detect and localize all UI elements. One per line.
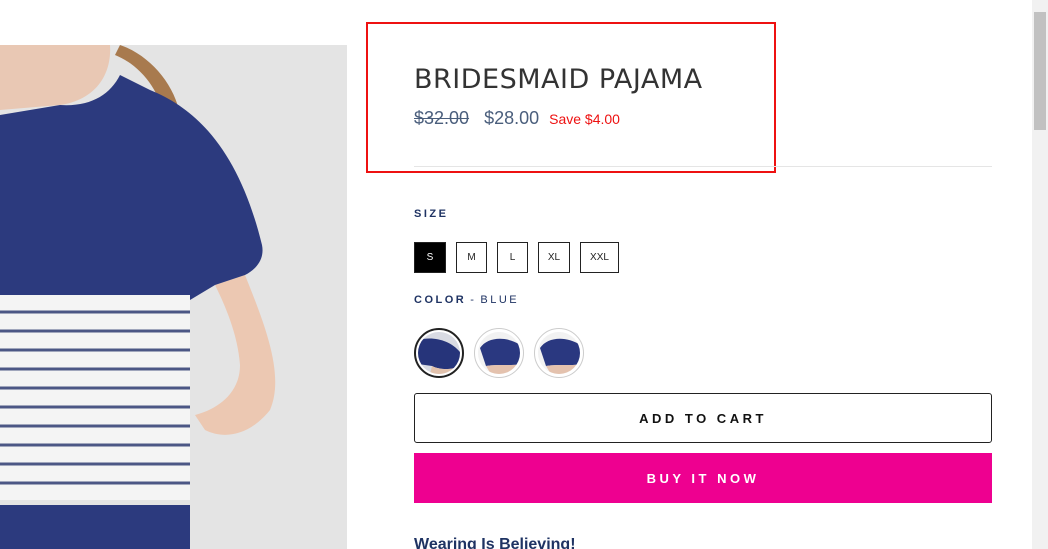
color-swatch-2[interactable] (474, 328, 524, 378)
swatch-image-3 (538, 332, 580, 374)
color-value: BLUE (480, 294, 520, 306)
color-label-text: COLOR (414, 294, 467, 306)
color-swatches (414, 328, 584, 378)
add-to-cart-button[interactable]: ADD TO CART (414, 393, 992, 443)
highlight-box (366, 22, 776, 173)
size-option-xxl[interactable]: XXL (580, 242, 619, 273)
color-swatch-3[interactable] (534, 328, 584, 378)
compare-price: $32.00 (414, 108, 470, 128)
save-badge: Save $4.00 (549, 111, 620, 127)
price-row: $32.00 $28.00 Save $4.00 (414, 108, 620, 129)
sale-price: $28.00 (484, 108, 540, 128)
buy-now-button[interactable]: BUY IT NOW (414, 453, 992, 503)
product-page: BRIDESMAID PAJAMA $32.00 $28.00 Save $4.… (0, 0, 1048, 549)
color-swatch-1[interactable] (414, 328, 464, 378)
size-label: SIZE (414, 208, 449, 220)
product-title: BRIDESMAID PAJAMA (414, 64, 703, 95)
product-image[interactable] (0, 45, 347, 549)
size-option-s[interactable]: S (414, 242, 446, 273)
model-illustration (0, 45, 347, 549)
swatch-image-1 (418, 332, 460, 374)
size-option-l[interactable]: L (497, 242, 528, 273)
swatch-image-2 (478, 332, 520, 374)
color-label: COLOR - BLUE (414, 294, 519, 306)
color-separator: - (470, 294, 477, 306)
divider (414, 166, 992, 167)
size-option-m[interactable]: M (456, 242, 487, 273)
scrollbar-thumb[interactable] (1034, 12, 1046, 130)
section-heading: Wearing Is Believing! (414, 536, 576, 549)
size-selector: S M L XL XXL (414, 242, 619, 273)
size-option-xl[interactable]: XL (538, 242, 570, 273)
scrollbar[interactable] (1032, 0, 1048, 549)
